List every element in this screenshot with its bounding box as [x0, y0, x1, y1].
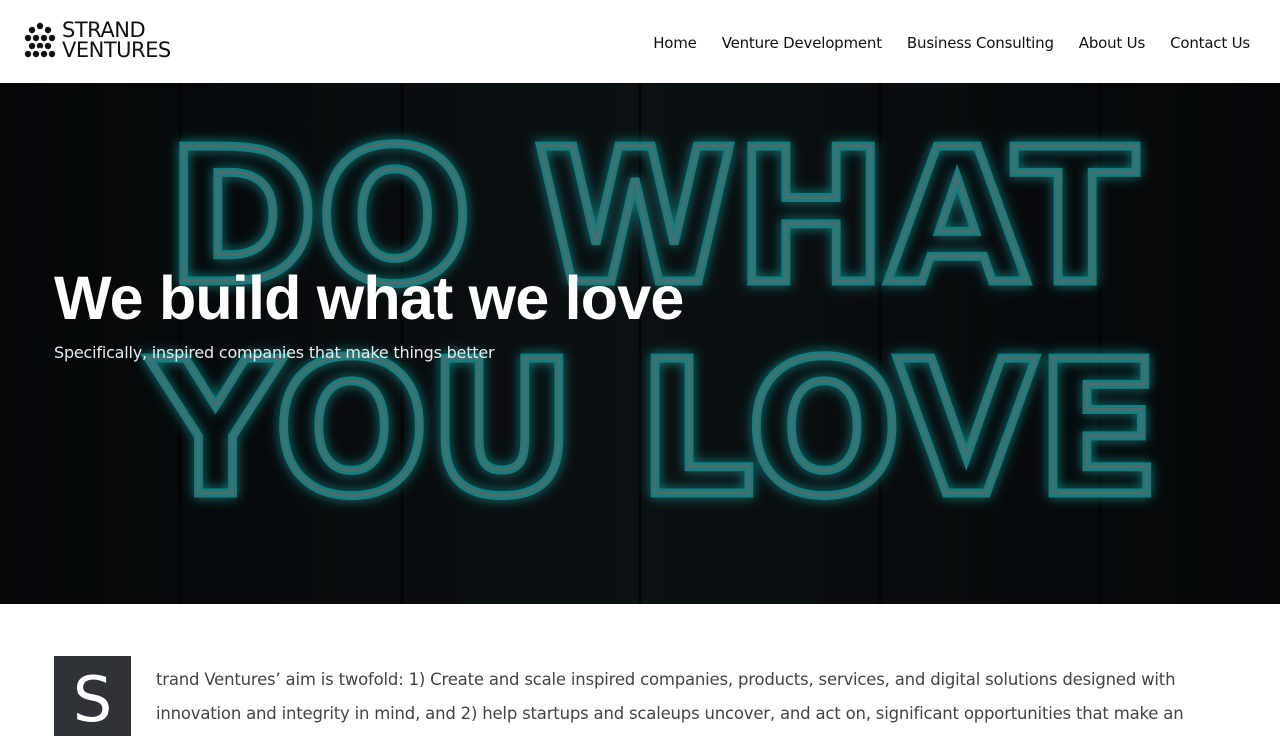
brand-wordmark: STRAND VENTURES — [62, 18, 171, 62]
dropcap-letter: S — [54, 656, 131, 736]
nav-about-us-link[interactable]: About Us — [1079, 34, 1146, 52]
brand-line2: VENTURES — [62, 38, 171, 62]
hero-title: We build what we love — [54, 264, 684, 332]
brand-line1: STRAND — [62, 18, 146, 42]
nav-contact-us-link[interactable]: Contact Us — [1170, 34, 1250, 52]
hero-subtitle: Specifically, inspired companies that ma… — [54, 343, 495, 362]
site-header: STRAND VENTURES Home Venture Development… — [0, 0, 1280, 83]
nav-business-consulting-link[interactable]: Business Consulting — [907, 34, 1054, 52]
hexagon-cluster-logo-icon — [24, 22, 56, 58]
brand-logo[interactable]: STRAND VENTURES — [22, 18, 171, 62]
nav-venture-development-link[interactable]: Venture Development — [722, 34, 882, 52]
hero-banner: DO WHAT YOU LOVE DO WHAT YOU LOVE We bui… — [0, 83, 1280, 604]
main-nav: Home Venture Development Business Consul… — [628, 34, 1250, 52]
nav-home-link[interactable]: Home — [653, 34, 697, 52]
intro-paragraph: trand Ventures’ aim is twofold: 1) Creat… — [156, 669, 1184, 723]
intro-section: S trand Ventures’ aim is twofold: 1) Cre… — [0, 604, 1280, 736]
